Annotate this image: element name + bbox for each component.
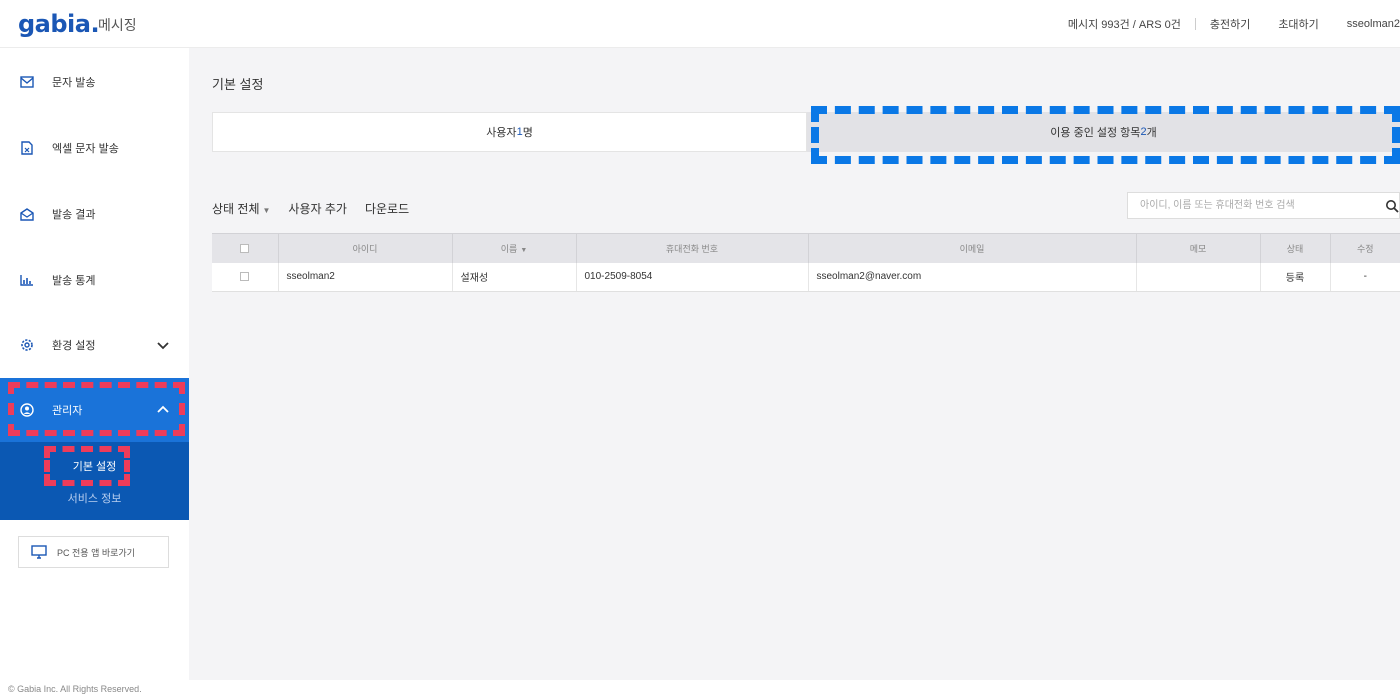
- users-table: 아이디 이름 ▼ 휴대전화 번호 이메일 메모 상태 수정 sseolman2 설…: [212, 233, 1400, 292]
- select-all-checkbox-cell[interactable]: [212, 233, 279, 263]
- column-header-edit: 수정: [1330, 233, 1400, 263]
- page-title: 기본 설정: [212, 77, 264, 92]
- user-menu[interactable]: sseolman2: [1333, 18, 1400, 30]
- add-user-button[interactable]: 사용자 추가: [288, 200, 347, 217]
- tab-users[interactable]: 사용자 1명: [212, 112, 807, 152]
- mail-icon: [20, 75, 34, 89]
- sidebar-item-settings[interactable]: 환경 설정: [0, 325, 189, 365]
- sidebar-item-label: 엑셀 문자 발송: [52, 143, 119, 155]
- logo-subtitle: 메시징: [98, 17, 137, 33]
- sidebar-item-send-stats[interactable]: 발송 통계: [0, 260, 189, 300]
- bar-chart-icon: [20, 273, 34, 287]
- status-filter-dropdown[interactable]: 상태 전체 ▼: [212, 200, 270, 217]
- sidebar-item-label: 발송 통계: [52, 275, 96, 287]
- cell-phone: 010-2509-8054: [576, 262, 809, 292]
- sidebar-item-send-result[interactable]: 발송 결과: [0, 194, 189, 234]
- column-header-status: 상태: [1260, 233, 1331, 263]
- tab-users-label: 사용자: [486, 127, 517, 139]
- select-all-checkbox[interactable]: [240, 244, 250, 254]
- sidebar-item-label: 관리자: [52, 405, 83, 417]
- tab-users-suffix: 명: [522, 127, 533, 139]
- pc-app-button[interactable]: PC 전용 앱 바로가기: [18, 536, 169, 568]
- column-header-name-label: 이름: [500, 243, 518, 254]
- chevron-up-icon[interactable]: [155, 402, 171, 418]
- caret-down-icon: ▼: [262, 206, 271, 215]
- sidebar-item-label: 환경 설정: [52, 340, 96, 352]
- cell-name: 설재성: [452, 262, 577, 292]
- invite-link[interactable]: 초대하기: [1264, 16, 1332, 32]
- tab-settings-label: 이용 중인 설정 항목: [1050, 127, 1141, 139]
- tab-settings-suffix: 개: [1146, 127, 1157, 139]
- pc-app-label: PC 전용 앱 바로가기: [57, 547, 135, 558]
- inbox-icon: [20, 207, 34, 221]
- admin-submenu: 기본 설정 서비스 정보: [0, 442, 189, 520]
- gear-icon: [20, 338, 34, 352]
- submenu-basic-settings[interactable]: 기본 설정: [0, 458, 189, 474]
- sidebar-item-label: 문자 발송: [52, 77, 96, 89]
- table-header-row: 아이디 이름 ▼ 휴대전화 번호 이메일 메모 상태 수정: [212, 233, 1400, 263]
- search-icon[interactable]: [1385, 199, 1399, 213]
- row-checkbox[interactable]: [240, 272, 250, 282]
- table-toolbar: 상태 전체 ▼ 사용자 추가 다운로드: [212, 200, 427, 217]
- cell-id: sseolman2: [278, 262, 453, 292]
- excel-file-icon: [20, 141, 34, 155]
- column-header-memo: 메모: [1136, 233, 1261, 263]
- tabs: 사용자 1명 이용 중인 설정 항목 2개: [212, 112, 1400, 152]
- download-button[interactable]: 다운로드: [365, 200, 409, 217]
- sidebar-item-label: 발송 결과: [52, 209, 96, 221]
- header-right-menu: 메시지 993건 / ARS 0건 충전하기 초대하기 sseolman2: [1054, 16, 1400, 32]
- top-header: gabia. 메시징 메시지 993건 / ARS 0건 충전하기 초대하기 s…: [0, 0, 1400, 48]
- cell-edit[interactable]: -: [1330, 262, 1400, 292]
- cell-memo: [1136, 262, 1261, 292]
- column-header-phone: 휴대전화 번호: [576, 233, 809, 263]
- sidebar-item-excel-send[interactable]: 엑셀 문자 발송: [0, 128, 189, 168]
- charge-link[interactable]: 충전하기: [1196, 16, 1264, 32]
- sort-caret-icon: ▼: [520, 246, 528, 254]
- copyright-text: © Gabia Inc. All Rights Reserved.: [8, 684, 142, 694]
- footer: © Gabia Inc. All Rights Reserved.: [0, 680, 1400, 700]
- status-filter-label: 상태 전체: [212, 202, 260, 216]
- column-header-id: 아이디: [278, 233, 453, 263]
- sidebar-item-send-message[interactable]: 문자 발송: [0, 62, 189, 102]
- monitor-icon: [31, 545, 47, 559]
- balance-text: 메시지 993건 / ARS 0건: [1067, 19, 1181, 31]
- row-checkbox-cell[interactable]: [212, 262, 279, 292]
- search-input[interactable]: [1128, 193, 1385, 218]
- chevron-down-icon[interactable]: [155, 337, 171, 353]
- tab-active-settings[interactable]: 이용 중인 설정 항목 2개: [807, 112, 1400, 152]
- user-circle-icon: [20, 403, 34, 417]
- gabia-logo[interactable]: gabia.: [18, 10, 100, 38]
- search-box: [1127, 192, 1400, 219]
- table-row[interactable]: sseolman2 설재성 010-2509-8054 sseolman2@na…: [212, 262, 1400, 292]
- sidebar-item-admin[interactable]: 관리자: [0, 378, 189, 442]
- cell-email: sseolman2@naver.com: [808, 262, 1137, 292]
- sidebar: 문자 발송 엑셀 문자 발송 발송 결과 발송 통계 환경 설정 관리자 기본 …: [0, 48, 189, 680]
- column-header-name[interactable]: 이름 ▼: [452, 233, 577, 263]
- column-header-email: 이메일: [808, 233, 1137, 263]
- submenu-service-info[interactable]: 서비스 정보: [0, 490, 189, 506]
- cell-status: 등록: [1260, 262, 1331, 292]
